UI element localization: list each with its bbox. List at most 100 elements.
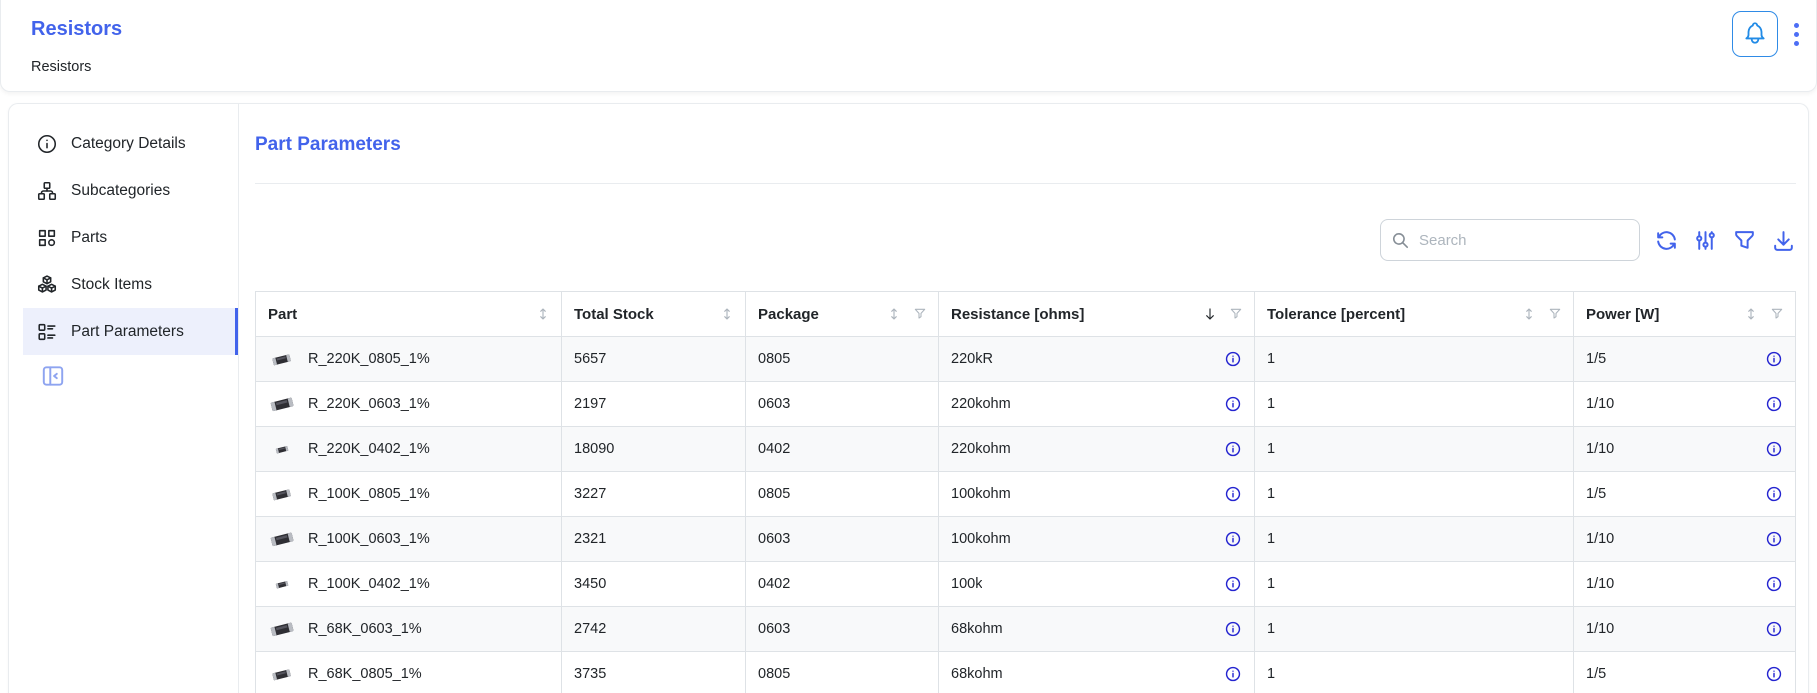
table-row[interactable]: R_220K_0402_1% 18090 0402 220kohm 1 1/10 xyxy=(256,426,1795,471)
table-row[interactable]: R_100K_0603_1% 2321 0603 100kohm 1 1/10 xyxy=(256,516,1795,561)
info-icon[interactable] xyxy=(1765,665,1783,683)
part-thumbnail-icon xyxy=(268,396,295,412)
table-search[interactable] xyxy=(1380,219,1640,261)
total-stock-value: 3735 xyxy=(574,666,606,682)
filter-icon[interactable] xyxy=(1732,228,1757,253)
column-header-resistance-ohms[interactable]: Resistance [ohms] xyxy=(938,292,1254,336)
part-name: R_100K_0402_1% xyxy=(308,576,430,592)
part-name: R_220K_0603_1% xyxy=(308,396,430,412)
resistance-value: 68kohm xyxy=(951,621,1003,637)
info-icon[interactable] xyxy=(1765,620,1783,638)
sort-icon[interactable] xyxy=(719,306,735,322)
info-icon[interactable] xyxy=(1224,440,1242,458)
package-value: 0805 xyxy=(758,666,790,682)
page-title: Resistors xyxy=(31,18,122,41)
tolerance-value: 1 xyxy=(1267,531,1275,547)
package-value: 0402 xyxy=(758,576,790,592)
total-stock-value: 5657 xyxy=(574,351,606,367)
breadcrumb[interactable]: Resistors xyxy=(31,59,91,75)
table-header-row: Part Total Stock Package Resistance [ohm… xyxy=(256,292,1795,336)
sort-icon[interactable] xyxy=(535,306,551,322)
download-icon[interactable] xyxy=(1771,228,1796,253)
info-icon[interactable] xyxy=(1224,350,1242,368)
table-row[interactable]: R_68K_0603_1% 2742 0603 68kohm 1 1/10 xyxy=(256,606,1795,651)
part-name: R_220K_0805_1% xyxy=(308,351,430,367)
column-filter-icon[interactable] xyxy=(1547,306,1563,322)
tolerance-value: 1 xyxy=(1267,441,1275,457)
sort-icon[interactable] xyxy=(886,306,902,322)
package-value: 0805 xyxy=(758,351,790,367)
total-stock-value: 2197 xyxy=(574,396,606,412)
sort-icon[interactable] xyxy=(1743,306,1759,322)
search-input[interactable] xyxy=(1419,232,1629,249)
column-header-package[interactable]: Package xyxy=(745,292,938,336)
power-value: 1/10 xyxy=(1586,621,1614,637)
sitemap-icon xyxy=(36,180,58,202)
info-icon[interactable] xyxy=(1224,575,1242,593)
column-header-total-stock[interactable]: Total Stock xyxy=(561,292,745,336)
table-toolbar xyxy=(255,219,1796,261)
info-icon[interactable] xyxy=(1765,530,1783,548)
column-filter-icon[interactable] xyxy=(1228,306,1244,322)
table-row[interactable]: R_100K_0402_1% 3450 0402 100k 1 1/10 xyxy=(256,561,1795,606)
part-thumbnail-icon xyxy=(268,488,295,501)
column-filter-icon[interactable] xyxy=(912,306,928,322)
column-header-part[interactable]: Part xyxy=(256,292,561,336)
part-thumbnail-icon xyxy=(268,445,295,454)
package-value: 0603 xyxy=(758,396,790,412)
sidebar-item-stock-items[interactable]: Stock Items xyxy=(23,261,238,308)
sidebar-item-category-details[interactable]: Category Details xyxy=(23,120,238,167)
tolerance-value: 1 xyxy=(1267,621,1275,637)
part-thumbnail-icon xyxy=(268,668,295,681)
table-row[interactable]: R_220K_0603_1% 2197 0603 220kohm 1 1/10 xyxy=(256,381,1795,426)
package-value: 0805 xyxy=(758,486,790,502)
table-row[interactable]: R_68K_0805_1% 3735 0805 68kohm 1 1/5 xyxy=(256,651,1795,693)
panel-title: Part Parameters xyxy=(255,132,1796,158)
header-actions xyxy=(1732,11,1803,57)
refresh-icon[interactable] xyxy=(1654,228,1679,253)
info-icon[interactable] xyxy=(1765,575,1783,593)
column-filter-icon[interactable] xyxy=(1769,306,1785,322)
info-icon[interactable] xyxy=(1224,665,1242,683)
power-value: 1/5 xyxy=(1586,666,1606,682)
info-icon[interactable] xyxy=(1224,530,1242,548)
info-icon[interactable] xyxy=(1765,440,1783,458)
part-name: R_220K_0402_1% xyxy=(308,441,430,457)
info-icon[interactable] xyxy=(1224,485,1242,503)
tolerance-value: 1 xyxy=(1267,351,1275,367)
part-name: R_68K_0805_1% xyxy=(308,666,422,682)
list-details-icon xyxy=(36,321,58,343)
sort-desc-icon[interactable] xyxy=(1202,306,1218,322)
sidebar-item-parts[interactable]: Parts xyxy=(23,214,238,261)
collapse-sidebar-button[interactable] xyxy=(40,363,66,389)
part-thumbnail-icon xyxy=(268,580,295,589)
notifications-button[interactable] xyxy=(1732,11,1778,57)
table-row[interactable]: R_100K_0805_1% 3227 0805 100kohm 1 1/5 xyxy=(256,471,1795,516)
part-parameters-table: Part Total Stock Package Resistance [ohm… xyxy=(255,291,1796,693)
part-thumbnail-icon xyxy=(268,531,295,547)
table-row[interactable]: R_220K_0805_1% 5657 0805 220kR 1 1/5 xyxy=(256,336,1795,381)
column-header-power-w[interactable]: Power [W] xyxy=(1573,292,1795,336)
sort-icon[interactable] xyxy=(1521,306,1537,322)
info-icon[interactable] xyxy=(1765,485,1783,503)
resistance-value: 220kohm xyxy=(951,396,1011,412)
part-thumbnail-icon xyxy=(268,353,295,366)
adjustments-icon[interactable] xyxy=(1693,228,1718,253)
main-panel: Category Details Subcategories Parts Sto… xyxy=(8,103,1809,693)
info-icon[interactable] xyxy=(1765,350,1783,368)
total-stock-value: 3450 xyxy=(574,576,606,592)
overflow-menu-button[interactable] xyxy=(1790,18,1803,51)
power-value: 1/5 xyxy=(1586,351,1606,367)
resistance-value: 100kohm xyxy=(951,486,1011,502)
info-icon[interactable] xyxy=(1224,395,1242,413)
sidebar-item-part-parameters[interactable]: Part Parameters xyxy=(23,308,238,355)
packages-icon xyxy=(36,274,58,296)
info-icon[interactable] xyxy=(1765,395,1783,413)
resistance-value: 68kohm xyxy=(951,666,1003,682)
resistance-value: 100k xyxy=(951,576,982,592)
sidebar-item-subcategories[interactable]: Subcategories xyxy=(23,167,238,214)
info-icon[interactable] xyxy=(1224,620,1242,638)
power-value: 1/10 xyxy=(1586,531,1614,547)
column-header-tolerance-percent[interactable]: Tolerance [percent] xyxy=(1254,292,1573,336)
part-name: R_100K_0805_1% xyxy=(308,486,430,502)
